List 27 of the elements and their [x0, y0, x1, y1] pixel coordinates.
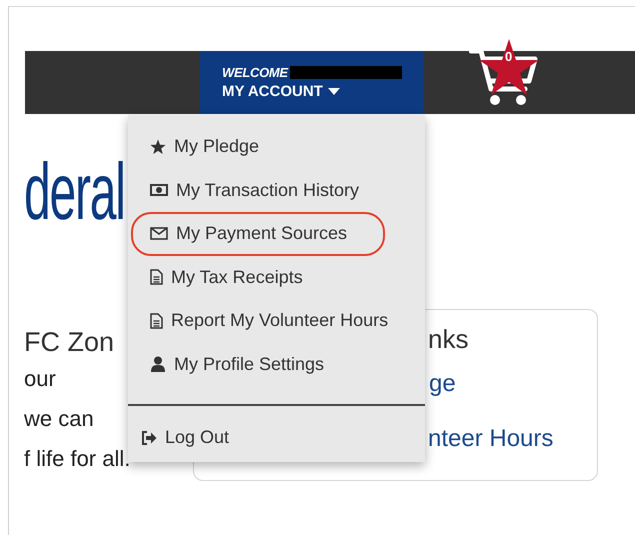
menu-item[interactable]: My Payment Sources [131, 212, 385, 256]
user-icon [150, 356, 166, 372]
logo-text: deral [24, 152, 126, 232]
menu-item[interactable]: My Pledge [131, 125, 385, 168]
body-text: f life for all. [24, 445, 130, 473]
card-link[interactable]: nteer Hours [428, 425, 554, 453]
body-text: we can [24, 405, 94, 433]
envelope-icon [150, 227, 168, 240]
section-title: FC Zon [24, 326, 116, 359]
star-icon [150, 138, 166, 155]
sign-out-icon [141, 430, 157, 445]
menu-item[interactable]: My Tax Receipts [131, 256, 385, 299]
caret-icon [328, 88, 340, 95]
document-icon [150, 269, 163, 286]
banknote-icon [150, 184, 168, 196]
menu-item[interactable]: My Profile Settings [131, 342, 385, 386]
my-account-label: MY ACCOUNT [222, 83, 323, 100]
menu-item[interactable]: Report My Volunteer Hours [131, 299, 385, 342]
card-title: nks [427, 323, 470, 356]
document-icon [150, 312, 163, 329]
card-link[interactable]: ge [429, 370, 456, 398]
account-block[interactable]: WELCOME MY ACCOUNT [200, 51, 424, 114]
cart-button[interactable]: 0 [467, 39, 541, 115]
menu-item[interactable]: My Transaction History [131, 168, 385, 212]
welcome-text: WELCOME [222, 65, 288, 80]
logout-item[interactable]: Log Out [131, 416, 385, 460]
body-text: our [24, 365, 56, 393]
